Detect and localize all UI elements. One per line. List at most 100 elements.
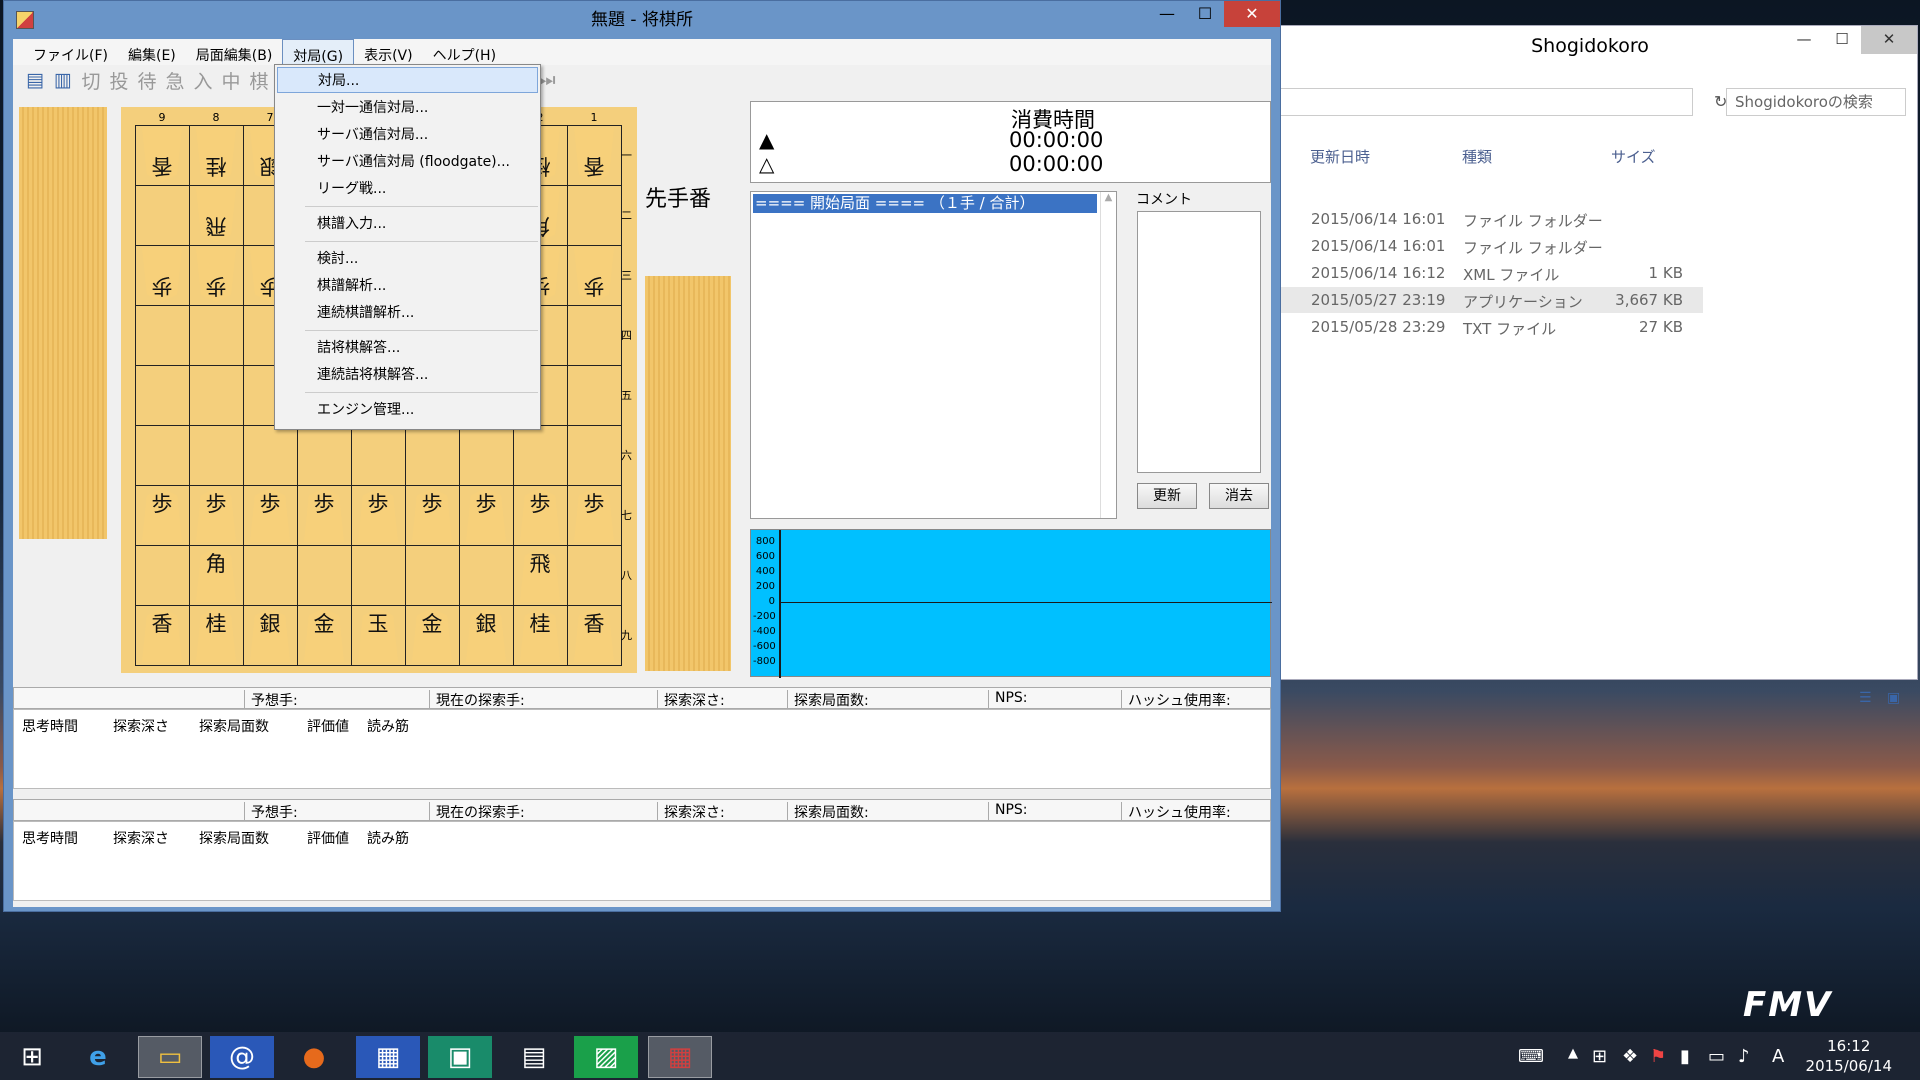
- menu-item-continuous-analysis[interactable]: 連続棋譜解析...: [277, 300, 538, 326]
- toolbar-cut-button[interactable]: 切: [77, 67, 105, 94]
- details-view-icon[interactable]: ☰: [1859, 690, 1872, 706]
- sente-piece[interactable]: 歩: [466, 488, 506, 542]
- sente-piece[interactable]: 歩: [358, 488, 398, 542]
- comment-textarea[interactable]: [1137, 211, 1261, 473]
- file-row[interactable]: 2015/05/27 23:19 アプリケーション 3,667 KB: [1263, 287, 1703, 313]
- menu-item-analysis[interactable]: 検討...: [277, 246, 538, 272]
- board-cell[interactable]: [351, 425, 406, 486]
- board-cell[interactable]: [513, 425, 568, 486]
- menu-file[interactable]: ファイル(F): [23, 39, 118, 65]
- close-button[interactable]: ✕: [1861, 26, 1917, 54]
- open-icon[interactable]: ▥: [49, 69, 77, 91]
- toolbar-kifu-button[interactable]: 棋: [245, 67, 273, 94]
- column-type[interactable]: 種類: [1462, 146, 1492, 167]
- board-cell[interactable]: [567, 365, 622, 426]
- board-cell[interactable]: [459, 545, 514, 606]
- board-cell[interactable]: [135, 305, 190, 366]
- menu-game[interactable]: 対局(G): [282, 39, 355, 65]
- gote-piece[interactable]: 歩: [196, 248, 236, 302]
- board-cell[interactable]: [135, 545, 190, 606]
- sente-piece[interactable]: 歩: [142, 488, 182, 542]
- board-cell[interactable]: [135, 185, 190, 246]
- column-date[interactable]: 更新日時: [1310, 146, 1370, 167]
- sente-piece[interactable]: 角: [196, 548, 236, 602]
- board-cell[interactable]: [567, 185, 622, 246]
- apps-icon[interactable]: ▦: [356, 1036, 420, 1078]
- sente-piece[interactable]: 歩: [250, 488, 290, 542]
- engine-output-list[interactable]: 思考時間 探索深さ 探索局面数 評価値 読み筋: [13, 821, 1271, 901]
- sente-piece[interactable]: 歩: [412, 488, 452, 542]
- windows-app-icon[interactable]: ▤: [502, 1036, 566, 1078]
- board-cell[interactable]: [189, 305, 244, 366]
- toolbar-resign-button[interactable]: 投: [105, 67, 133, 94]
- dropbox-icon[interactable]: ❖: [1622, 1046, 1638, 1067]
- sente-piece[interactable]: 香: [142, 608, 182, 662]
- gote-piece[interactable]: 香: [142, 128, 182, 182]
- engine-output-list[interactable]: 思考時間 探索深さ 探索局面数 評価値 読み筋: [13, 709, 1271, 789]
- menu-item-kifu-analysis[interactable]: 棋譜解析...: [277, 273, 538, 299]
- maximize-button[interactable]: ☐: [1186, 1, 1224, 27]
- gote-piece[interactable]: 香: [574, 128, 614, 182]
- sente-piece[interactable]: 銀: [250, 608, 290, 662]
- board-cell[interactable]: [405, 425, 460, 486]
- sente-piece[interactable]: 桂: [520, 608, 560, 662]
- menu-item-game[interactable]: 対局...: [277, 67, 538, 93]
- network-icon[interactable]: ▭: [1708, 1046, 1725, 1067]
- board-cell[interactable]: [351, 545, 406, 606]
- action-center-icon[interactable]: ⚑: [1650, 1046, 1666, 1067]
- sente-piece[interactable]: 歩: [574, 488, 614, 542]
- search-input[interactable]: Shogidokoroの検索: [1726, 88, 1906, 116]
- kifu-list[interactable]: ==== 開始局面 ==== （１手 / 合計） ▲: [750, 191, 1117, 519]
- column-size[interactable]: サイズ: [1611, 146, 1656, 167]
- start-icon[interactable]: ⊞: [0, 1036, 64, 1078]
- board-cell[interactable]: [405, 545, 460, 606]
- tray-expand-icon[interactable]: ▲: [1568, 1046, 1578, 1061]
- sente-piece[interactable]: 飛: [520, 548, 560, 602]
- menu-help[interactable]: ヘルプ(H): [423, 39, 506, 65]
- toolbar-stop-button[interactable]: 中: [217, 67, 245, 94]
- save-icon[interactable]: ▤: [21, 69, 49, 91]
- close-button[interactable]: ✕: [1224, 1, 1280, 27]
- firefox-icon[interactable]: ●: [282, 1036, 346, 1078]
- menu-view[interactable]: 表示(V): [354, 39, 423, 65]
- minimize-button[interactable]: —: [1785, 26, 1823, 54]
- kifu-scrollbar[interactable]: ▲: [1100, 192, 1116, 518]
- gote-piece[interactable]: 歩: [574, 248, 614, 302]
- address-bar[interactable]: [1263, 88, 1693, 116]
- toolbar-wait-button[interactable]: 待: [133, 67, 161, 94]
- windows-flag-icon[interactable]: ⊞: [1592, 1046, 1607, 1067]
- volume-icon[interactable]: ♪: [1738, 1046, 1750, 1067]
- update-button[interactable]: 更新: [1137, 483, 1197, 509]
- sente-piece[interactable]: 桂: [196, 608, 236, 662]
- toolbar-hurry-button[interactable]: 急: [161, 67, 189, 94]
- board-cell[interactable]: [243, 425, 298, 486]
- board-cell[interactable]: [567, 305, 622, 366]
- sente-piece[interactable]: 歩: [520, 488, 560, 542]
- ime-indicator[interactable]: A: [1772, 1046, 1784, 1067]
- menu-item-floodgate[interactable]: サーバ通信対局 (floodgate)...: [277, 149, 538, 175]
- menu-item-p2p-game[interactable]: 一対一通信対局...: [277, 95, 538, 121]
- gote-piece[interactable]: 歩: [142, 248, 182, 302]
- app-tile-icon[interactable]: ▣: [428, 1036, 492, 1078]
- board-cell[interactable]: [189, 425, 244, 486]
- menu-position-edit[interactable]: 局面編集(B): [186, 39, 283, 65]
- board-cell[interactable]: [459, 425, 514, 486]
- power-icon[interactable]: ▮: [1680, 1046, 1690, 1067]
- ie-icon[interactable]: e: [66, 1036, 130, 1078]
- board-cell[interactable]: [135, 425, 190, 486]
- shogidokoro-taskbar-icon[interactable]: ▦: [648, 1036, 712, 1078]
- board-cell[interactable]: [135, 365, 190, 426]
- menu-item-league[interactable]: リーグ戦...: [277, 176, 538, 202]
- large-icons-view-icon[interactable]: ▣: [1887, 690, 1900, 706]
- maximize-button[interactable]: ☐: [1823, 26, 1861, 54]
- board-cell[interactable]: [243, 545, 298, 606]
- menu-edit[interactable]: 編集(E): [118, 39, 186, 65]
- app-icon[interactable]: [16, 11, 34, 29]
- file-row[interactable]: 2015/06/14 16:01 ファイル フォルダー: [1263, 233, 1703, 259]
- toolbar-enter-button[interactable]: 入: [189, 67, 217, 94]
- store-icon[interactable]: ▨: [574, 1036, 638, 1078]
- file-row[interactable]: 2015/06/14 16:01 ファイル フォルダー: [1263, 206, 1703, 232]
- menu-item-tsume-solve[interactable]: 詰将棋解答...: [277, 335, 538, 361]
- board-cell[interactable]: [189, 365, 244, 426]
- file-row[interactable]: 2015/06/14 16:12 XML ファイル 1 KB: [1263, 260, 1703, 286]
